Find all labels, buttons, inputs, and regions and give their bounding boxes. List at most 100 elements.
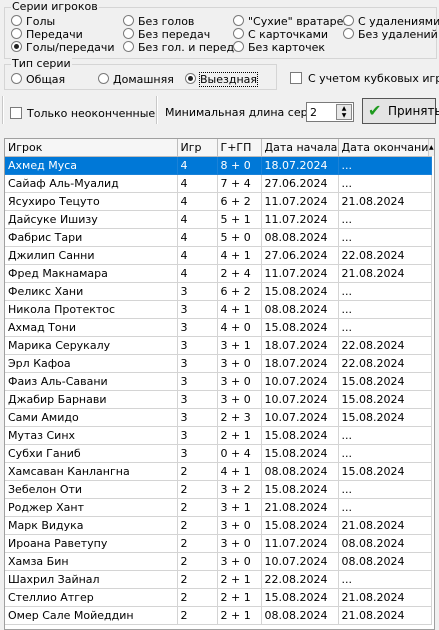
table-row[interactable]: Джилип Санни 4 4 + 1 27.06.2024 22.08.2024 bbox=[5, 246, 432, 265]
table-row[interactable]: Сами Амидо 3 2 + 3 10.07.2024 15.08.2024 bbox=[5, 408, 432, 427]
radio-checked-icon bbox=[11, 41, 22, 52]
column-header-end-date[interactable]: Дата окончания bbox=[337, 139, 432, 157]
table-row[interactable]: Феликс Хани 3 6 + 2 15.08.2024... bbox=[5, 282, 432, 301]
apply-button-label: Принять bbox=[388, 104, 439, 118]
cell-start-date: 15.08.2024 bbox=[260, 426, 339, 445]
min-length-spinner[interactable]: 2 ▲ ▼ bbox=[306, 102, 354, 122]
cell-games: 2 bbox=[176, 588, 218, 607]
cell-goals-assists: 3 + 1 bbox=[216, 498, 262, 517]
cell-player: Марика Серукалу bbox=[5, 336, 178, 355]
table-row[interactable]: Никола Протектос 3 4 + 1 08.08.2024... bbox=[5, 300, 432, 319]
cell-games: 2 bbox=[176, 552, 218, 571]
table-row[interactable]: Фабрис Тари 4 5 + 0 08.08.2024... bbox=[5, 228, 432, 247]
table-row[interactable]: Стеллио Атгер 2 2 + 1 15.08.2024 21.08.2024 bbox=[5, 588, 432, 607]
cell-games: 4 bbox=[176, 228, 218, 247]
radio-icon bbox=[123, 28, 134, 39]
cell-player: Эрл Кафоа bbox=[5, 354, 178, 373]
cell-end-date: 15.08.2024 bbox=[337, 372, 432, 391]
cell-start-date: 15.08.2024 bbox=[260, 588, 339, 607]
cell-goals-assists: 6 + 2 bbox=[216, 282, 262, 301]
table-row[interactable]: Фаиз Аль-Савани 3 3 + 0 10.07.2024 15.08.202… bbox=[5, 372, 432, 391]
table-row[interactable]: Мутаз Синх 3 2 + 1 15.08.2024... bbox=[5, 426, 432, 445]
cell-start-date: 08.08.2024 bbox=[260, 462, 339, 481]
table-row[interactable]: Марика Серукалу 3 3 + 1 18.07.2024 22.08.202… bbox=[5, 336, 432, 355]
table-row[interactable]: Омер Сале Мойеддин 2 2 + 1 08.08.2024 21.08.… bbox=[5, 606, 432, 625]
column-header-player[interactable]: Игрок bbox=[5, 139, 178, 157]
cell-goals-assists: 5 + 0 bbox=[216, 228, 262, 247]
cell-player: Фаиз Аль-Савани bbox=[5, 372, 178, 391]
cell-end-date: 08.08.2024 bbox=[337, 552, 432, 571]
column-header-games[interactable]: Игр bbox=[176, 139, 218, 157]
cell-goals-assists: 3 + 0 bbox=[216, 534, 262, 553]
column-header-start-date[interactable]: Дата начала bbox=[260, 139, 339, 157]
table-row[interactable]: Ахмед Муса 4 8 + 0 18.07.2024... bbox=[5, 156, 432, 175]
cell-goals-assists: 4 + 1 bbox=[216, 300, 262, 319]
cell-end-date: 15.08.2024 bbox=[337, 462, 432, 481]
table-row[interactable]: Хамза Бин 2 3 + 0 10.07.2024 08.08.2024 bbox=[5, 552, 432, 571]
cell-start-date: 11.07.2024 bbox=[260, 210, 339, 229]
cell-games: 3 bbox=[176, 336, 218, 355]
table-row[interactable]: Эрл Кафоа 3 3 + 0 18.07.2024 22.08.2024 bbox=[5, 354, 432, 373]
cell-end-date: 22.08.2024 bbox=[337, 354, 432, 373]
cell-start-date: 11.07.2024 bbox=[260, 534, 339, 553]
cell-games: 3 bbox=[176, 354, 218, 373]
cell-goals-assists: 4 + 0 bbox=[216, 318, 262, 337]
cell-goals-assists: 3 + 2 bbox=[216, 480, 262, 499]
cell-games: 2 bbox=[176, 516, 218, 535]
cell-start-date: 15.08.2024 bbox=[260, 444, 339, 463]
table-row[interactable]: Хамсаван Канлангна 2 4 + 1 08.08.2024 15.08.… bbox=[5, 462, 432, 481]
radio-icon bbox=[343, 28, 354, 39]
checkbox-icon bbox=[290, 72, 302, 84]
cell-end-date: ... bbox=[337, 318, 432, 337]
cell-end-date: ... bbox=[337, 282, 432, 301]
cell-end-date: ... bbox=[337, 426, 432, 445]
radio-icon bbox=[123, 15, 134, 26]
cell-start-date: 10.07.2024 bbox=[260, 390, 339, 409]
cell-goals-assists: 6 + 2 bbox=[216, 192, 262, 211]
table-row[interactable]: Дайсуке Ишизу 4 5 + 1 11.07.2024... bbox=[5, 210, 432, 229]
cell-goals-assists: 3 + 0 bbox=[216, 354, 262, 373]
cell-end-date: ... bbox=[337, 300, 432, 319]
cell-player: Феликс Хани bbox=[5, 282, 178, 301]
spin-arrows-icon[interactable]: ▲ ▼ bbox=[336, 104, 352, 120]
player-series-table[interactable]: Игрок Игр Г+ГП Дата начала Дата окончани… bbox=[4, 138, 435, 630]
cell-goals-assists: 3 + 0 bbox=[216, 552, 262, 571]
cell-start-date: 22.08.2024 bbox=[260, 570, 339, 589]
cell-end-date: 08.08.2024 bbox=[337, 534, 432, 553]
table-row[interactable]: Субхи Ганиб 3 0 + 4 15.08.2024... bbox=[5, 444, 432, 463]
table-row[interactable]: Ироана Раветупу 2 3 + 0 11.07.2024 08.08.202… bbox=[5, 534, 432, 553]
cell-start-date: 27.06.2024 bbox=[260, 246, 339, 265]
cell-player: Джабир Барнави bbox=[5, 390, 178, 409]
cell-player: Фабрис Тари bbox=[5, 228, 178, 247]
table-row[interactable]: Джабир Барнави 3 3 + 0 10.07.2024 15.08.2024 bbox=[5, 390, 432, 409]
cell-end-date: 22.08.2024 bbox=[337, 246, 432, 265]
table-row[interactable]: Сайаф Аль-Муалид 4 7 + 4 27.06.2024... bbox=[5, 174, 432, 193]
table-row[interactable]: Шахрил Зайнал 2 2 + 1 22.08.2024... bbox=[5, 570, 432, 589]
cell-games: 4 bbox=[176, 264, 218, 283]
cell-goals-assists: 8 + 0 bbox=[216, 156, 262, 175]
cell-start-date: 08.08.2024 bbox=[260, 606, 339, 625]
cell-end-date: 15.08.2024 bbox=[337, 390, 432, 409]
table-row[interactable]: Ахмад Тони 3 4 + 0 15.08.2024... bbox=[5, 318, 432, 337]
cell-end-date: 21.08.2024 bbox=[337, 516, 432, 535]
table-row[interactable]: Марк Видука 2 3 + 0 15.08.2024 21.08.2024 bbox=[5, 516, 432, 535]
scroll-up-icon[interactable]: ▲ bbox=[428, 139, 434, 156]
column-header-goals-assists[interactable]: Г+ГП bbox=[216, 139, 262, 157]
cell-player: Субхи Ганиб bbox=[5, 444, 178, 463]
cell-goals-assists: 7 + 4 bbox=[216, 174, 262, 193]
table-row[interactable]: Фред Макнамара 4 2 + 4 11.07.2024 21.08.2024 bbox=[5, 264, 432, 283]
radio-icon bbox=[233, 28, 244, 39]
min-length-label: Минимальная длина серии bbox=[165, 106, 322, 119]
cell-games: 4 bbox=[176, 156, 218, 175]
table-row[interactable]: Роджер Хант 2 3 + 1 21.08.2024... bbox=[5, 498, 432, 517]
cell-games: 3 bbox=[176, 318, 218, 337]
cell-start-date: 15.08.2024 bbox=[260, 318, 339, 337]
apply-button[interactable]: ✔ Принять bbox=[362, 98, 439, 124]
cell-start-date: 15.08.2024 bbox=[260, 516, 339, 535]
table-row[interactable]: Зебелон Оти 2 3 + 2 15.08.2024... bbox=[5, 480, 432, 499]
radio-icon bbox=[11, 73, 22, 84]
radio-checked-icon bbox=[185, 73, 196, 84]
cell-start-date: 11.07.2024 bbox=[260, 264, 339, 283]
cell-games: 2 bbox=[176, 534, 218, 553]
table-row[interactable]: Ясухиро Тецуто 4 6 + 2 11.07.2024 21.08.2024 bbox=[5, 192, 432, 211]
